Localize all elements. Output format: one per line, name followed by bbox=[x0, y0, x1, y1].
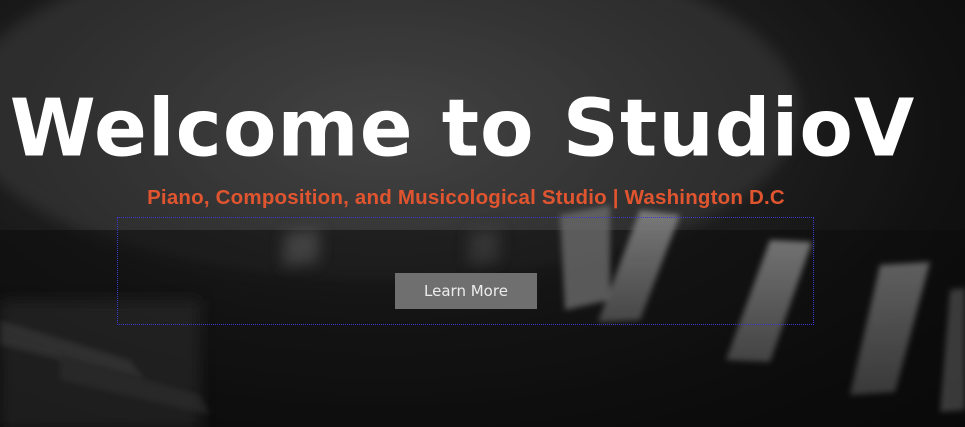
piano-keys-background-image bbox=[0, 0, 965, 427]
hero-title: Welcome to StudioV bbox=[9, 83, 916, 175]
hero-section: Welcome to StudioV Piano, Composition, a… bbox=[0, 0, 965, 427]
hero-subtitle: Piano, Composition, and Musicological St… bbox=[147, 186, 785, 209]
learn-more-button[interactable]: Learn More bbox=[395, 273, 537, 309]
